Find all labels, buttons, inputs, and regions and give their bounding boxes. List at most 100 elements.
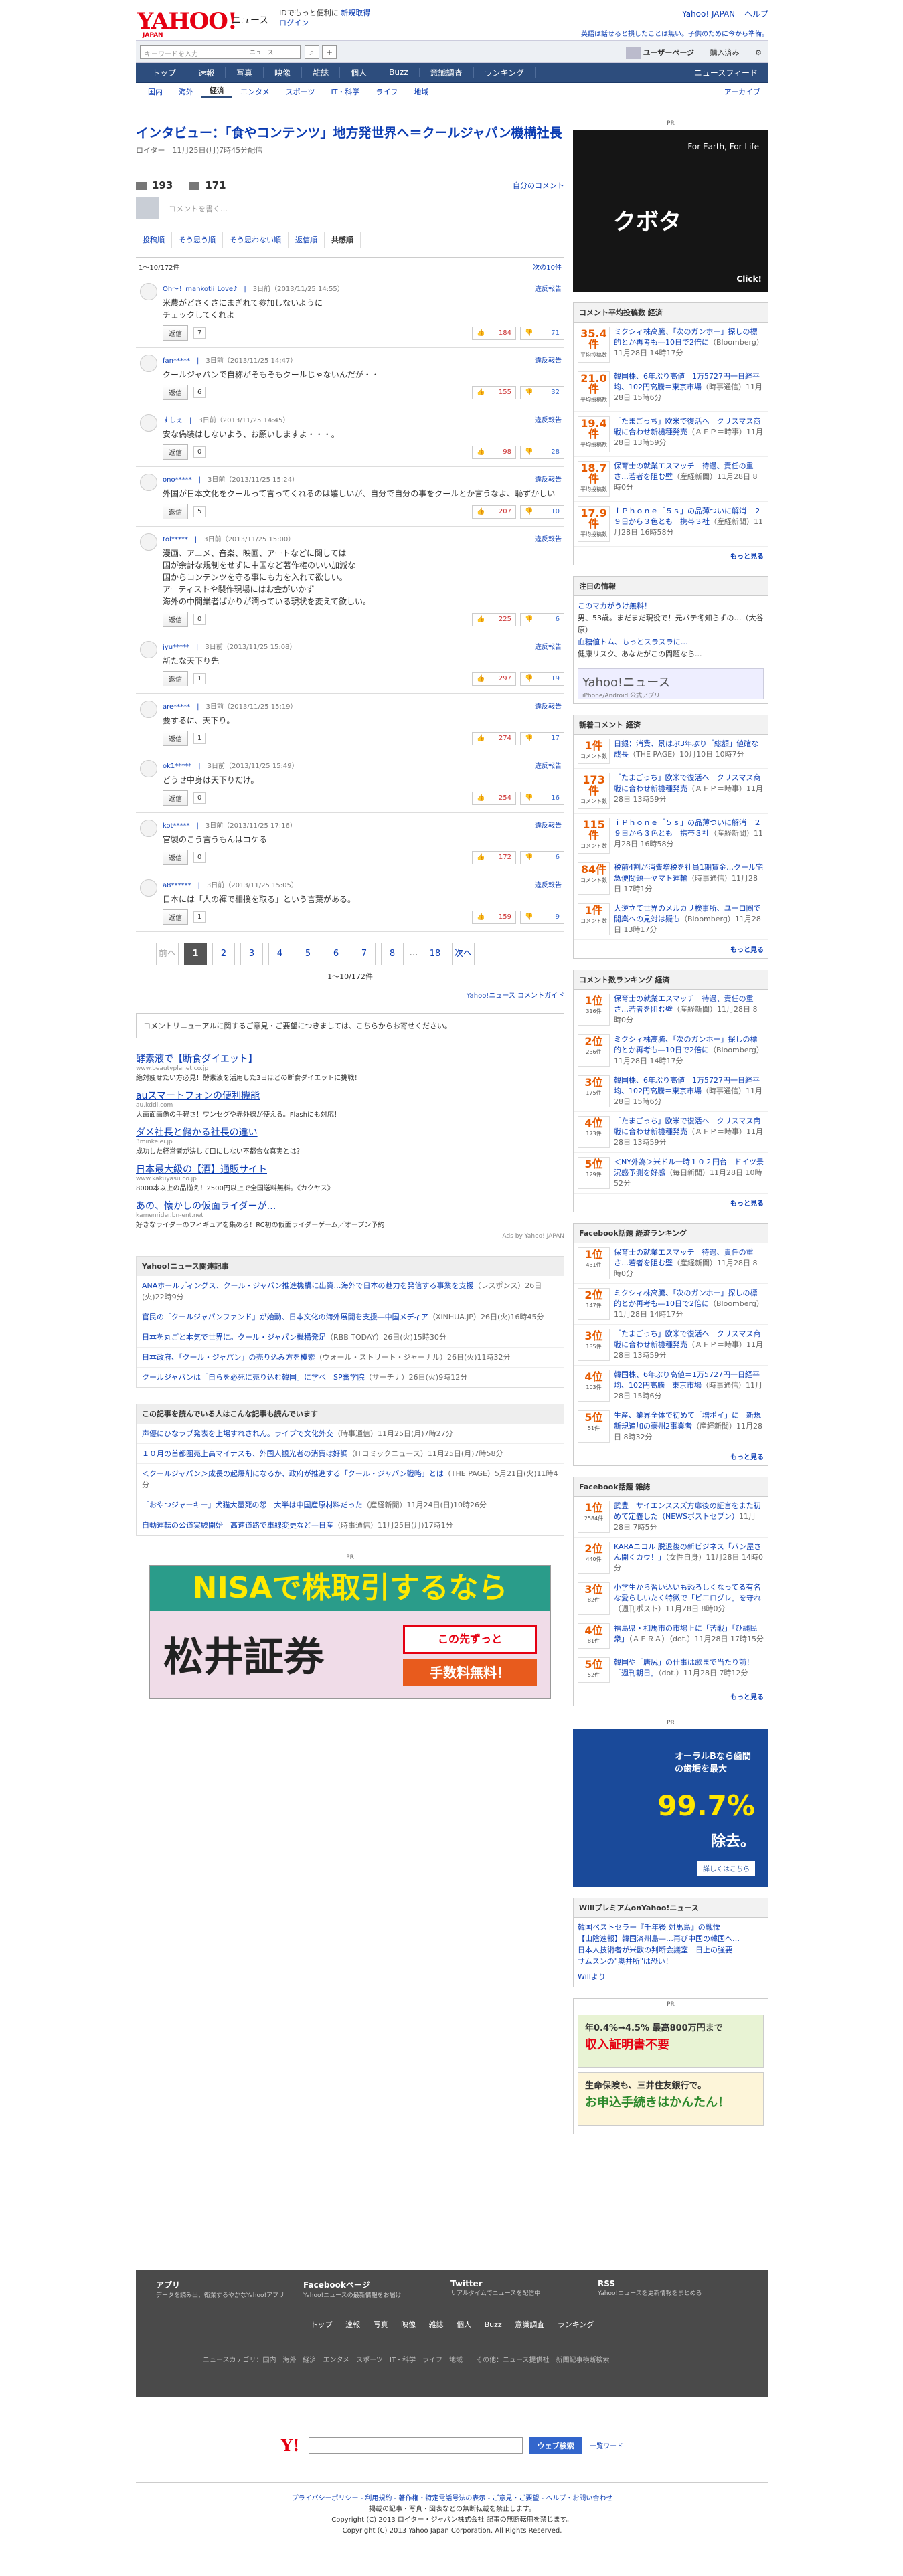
nav-magazine[interactable]: 雑誌 [302,66,341,78]
bank-ad-2[interactable]: 生命保険も、三井住友銀行で。 お申込手続きはかんたん！ [578,2072,764,2126]
rank-title-link[interactable]: 小学生から習い込いも恐ろしくなってる有名な愛らしいたく特徴で「ピエログレ」を守れ [614,1583,761,1602]
article-link[interactable]: 声優にひなラブ発表を上場すれされん。ライブで文化外交 [142,1429,333,1438]
comment-user[interactable]: a8****** [163,882,191,889]
comment-user[interactable]: Oh〜！mankotii!Love♪ [163,286,237,293]
page-7[interactable]: 7 [353,943,376,965]
comment-user[interactable]: jyu***** [163,644,189,651]
ad-title-link[interactable]: あの、懐かしの仮面ライダーが… [136,1199,564,1212]
user-avatar[interactable] [140,414,157,432]
article-link[interactable]: クールジャパンは「自らを必死に売り込む韓国」に学べ＝SP審学院 [142,1373,365,1382]
cat-economy[interactable]: 経済 [201,85,232,98]
article-link[interactable]: ＜クールジャパン＞成長の起爆剤になるか、政府が推進する「クール・ジャパン戦略」と… [142,1469,444,1478]
reply-button[interactable]: 返信 [163,444,188,460]
oralb-image[interactable]: オーラルBなら歯間の歯垢を最大 99.7% 除去。 詳しくはこちら [573,1729,768,1887]
premium-item[interactable]: 日本人技術者が米欧の判断会議室 日上の強要 サムスンの"奥井所"は恐い！ [578,1944,764,1967]
article-link[interactable]: 「おやつジャーキー」犬猫大量死の怨 大半は中国産原材料だった [142,1501,362,1509]
footer-facebook[interactable]: Facebookページ Yahoo!ニュースの最新情報をお届け [303,2279,450,2299]
report-link[interactable]: 違反報告 [535,355,562,365]
user-avatar[interactable] [140,641,157,658]
report-link[interactable]: 違反報告 [535,533,562,543]
report-link[interactable]: 違反報告 [535,760,562,770]
cat-world[interactable]: 海外 [171,86,201,97]
comment-user[interactable]: are***** [163,703,190,711]
comment-user[interactable]: ono***** [163,476,192,484]
more-link[interactable]: もっと見る [574,1194,768,1212]
disagree-button[interactable]: 👎 19 [520,672,564,686]
disagree-button[interactable]: 👎 17 [520,731,564,745]
user-page-link[interactable]: ユーザーページ [625,47,694,59]
kubota-ad[interactable]: For Earth, For Life クボタ Click! [573,130,768,292]
disagree-button[interactable]: 👎 10 [520,504,564,519]
comment-user[interactable]: kot***** [163,822,189,830]
help-link[interactable]: ヘルプ [744,9,768,19]
comment-user[interactable]: fan***** [163,357,190,365]
premium-item[interactable]: 韓国ベストセラー『千年後 対馬島』の戦慄 [578,1922,764,1933]
nav-breaking[interactable]: 速報 [187,66,226,78]
footer-nav-item[interactable]: 雑誌 [429,2320,444,2329]
article-link[interactable]: 自動運転の公道実験開始＝高速道路で車線変更など—日産 [142,1521,333,1530]
footer-categories[interactable]: ニュースカテゴリ：国内 海外 経済 エンタメ スポーツ IT・科学 ライフ 地域… [136,2354,768,2364]
user-avatar[interactable] [140,283,157,300]
footer-nav-item[interactable]: 速報 [345,2320,360,2329]
signup-link[interactable]: 新規取得 [341,9,370,17]
comment-guide-link[interactable]: Yahoo!ニュース コメントガイド [136,990,564,1000]
yahoo-logo[interactable]: YAHOO! [137,8,238,35]
disagree-button[interactable]: 👎 71 [520,326,564,340]
disagree-button[interactable]: 👎 6 [520,850,564,864]
footer-nav-item[interactable]: 個人 [457,2320,471,2329]
service-name[interactable]: ニュース [232,13,268,27]
oralb-ad[interactable]: PR オーラルBなら歯間の歯垢を最大 99.7% 除去。 詳しくはこちら [573,1720,768,1887]
user-avatar[interactable] [140,533,157,551]
footer-app[interactable]: アプリ データを読み出、衛業するやかなYahoo!アプリ [156,2279,303,2299]
nav-survey[interactable]: 意識調査 [420,66,474,78]
article-title[interactable]: インタビュー：「食やコンテンツ」地方発世界へ＝クールジャパン機構社長 [136,124,564,142]
footer-nav-item[interactable]: Buzz [485,2320,502,2329]
ad-title-link[interactable]: 日本最大級の【酒】通販サイト [136,1162,564,1176]
more-link[interactable]: もっと見る [574,940,768,958]
disagree-button[interactable]: 👎 9 [520,910,564,924]
tagline-ad[interactable]: 英語は話せると損したことは無い。子供のために今から準備。 [581,28,768,38]
web-search-button[interactable]: ウェブ検索 [529,2436,582,2454]
disagree-button[interactable]: 👎 6 [520,612,564,626]
notice-item[interactable]: 健康リスク、あなたがこの問題なら... [578,648,764,660]
notice-item[interactable]: このマカがうけ無料！ [578,600,764,612]
reply-button[interactable]: 返信 [163,731,188,746]
reply-button[interactable]: 返信 [163,385,188,400]
report-link[interactable]: 違反報告 [535,701,562,711]
ad-title-link[interactable]: auスマートフォンの便利機能 [136,1089,564,1102]
yahoo-japan-link[interactable]: Yahoo! JAPAN [682,9,735,19]
more-link[interactable]: もっと見る [574,1447,768,1465]
page-1[interactable]: 1 [184,943,207,965]
reply-button[interactable]: 返信 [163,850,188,865]
reply-button[interactable]: 返信 [163,909,188,925]
ads-by[interactable]: Ads by Yahoo! JAPAN [136,1233,564,1240]
next-10-link[interactable]: 次の10件 [533,262,562,272]
nav-individual[interactable]: 個人 [340,66,379,78]
agree-button[interactable]: 👍 254 [472,791,516,805]
search-scope-select[interactable]: ニュース [250,48,274,56]
ad-title-link[interactable]: ダメ社長と儲かる社長の違い [136,1125,564,1139]
user-avatar[interactable] [140,879,157,897]
user-avatar[interactable] [140,820,157,837]
premium-foot[interactable]: Willより [578,1971,764,1983]
cat-life[interactable]: ライフ [367,86,406,97]
report-link[interactable]: 違反報告 [535,283,562,293]
article-link[interactable]: 官民の「クールジャパンファンド」が始動、日本文化の海外展開を支援―中国メディア [142,1313,428,1321]
footer-nav-item[interactable]: 写真 [374,2320,388,2329]
notice-item[interactable]: 血糖値トム、もっとスラスラに… [578,636,764,648]
bank-ad-1[interactable]: 年0.4%→4.5% 最高800万円まで 収入証明書不要 [578,2015,764,2068]
tab-empathy-order[interactable]: 共感順 [325,232,361,248]
comment-user[interactable]: ok1***** [163,763,191,770]
article-link[interactable]: ANAホールディングス、クール・ジャパン推進機構に出資…海外で日本の魅力を発信す… [142,1281,474,1290]
archive-link[interactable]: アーカイブ [716,86,768,97]
more-link[interactable]: もっと見る [574,1687,768,1706]
article-link[interactable]: 日本政府、「クール・ジャパン」の売り込み方を模索 [142,1353,315,1362]
next-page-button[interactable]: 次へ [452,943,475,965]
page-4[interactable]: 4 [268,943,291,965]
footer-rss[interactable]: RSS Yahoo!ニュースを更新情報をまとめる [598,2279,745,2299]
tab-disagree-order[interactable]: そう思わない順 [223,232,289,248]
report-link[interactable]: 違反報告 [535,474,562,484]
tab-reply-order[interactable]: 返信順 [289,232,325,248]
banner-image[interactable]: NISAで株取引するなら 松井証券 この先ずっと 手数料無料！ [149,1565,551,1699]
cat-entertainment[interactable]: エンタメ [232,86,278,97]
